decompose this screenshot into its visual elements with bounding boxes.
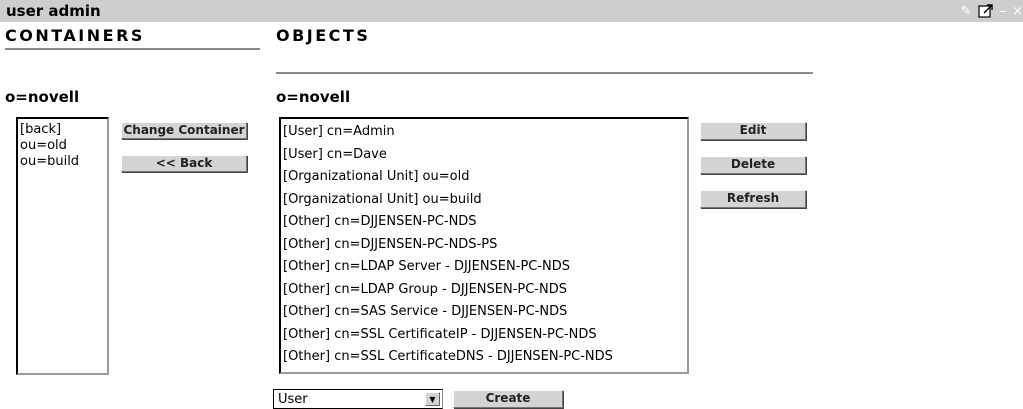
chevron-down-icon[interactable]: ▼ — [425, 392, 440, 406]
close-icon[interactable]: × — [1012, 5, 1023, 18]
change-container-button[interactable]: Change Container — [121, 122, 247, 139]
back-button[interactable]: << Back — [121, 155, 247, 172]
object-type-select[interactable]: User ▼ — [273, 389, 443, 409]
window-title: user admin — [6, 2, 101, 20]
list-item[interactable]: [User] cn=Dave — [281, 144, 687, 167]
list-item[interactable]: ou=build — [18, 154, 107, 170]
refresh-button[interactable]: Refresh — [700, 190, 806, 208]
list-item[interactable]: [Other] cn=SSL CertificateIP - DJJENSEN-… — [281, 324, 687, 347]
containers-heading: CONTAINERS — [5, 26, 145, 45]
list-item[interactable]: [Other] cn=DJJENSEN-PC-NDS-PS — [281, 234, 687, 257]
window-controls: ✎ – × — [961, 3, 1023, 19]
object-type-value: User — [278, 392, 308, 407]
minimize-icon[interactable]: – — [1000, 5, 1007, 18]
edit-button[interactable]: Edit — [700, 122, 806, 140]
list-item[interactable]: [User] cn=Admin — [281, 121, 687, 144]
delete-button[interactable]: Delete — [700, 156, 806, 174]
containers-divider — [5, 48, 260, 50]
list-item[interactable]: [Other] cn=LDAP Group - DJJENSEN-PC-NDS — [281, 279, 687, 302]
containers-context: o=novell — [5, 88, 80, 106]
objects-heading: OBJECTS — [276, 26, 371, 45]
list-item[interactable]: [back] — [18, 122, 107, 138]
list-item[interactable]: [Other] cn=SAS Service - DJJENSEN-PC-NDS — [281, 301, 687, 324]
window-titlebar: user admin ✎ – × — [0, 0, 1023, 22]
objects-divider — [276, 72, 813, 74]
list-item[interactable]: [Other] cn=DJJENSEN-PC-NDS — [281, 211, 687, 234]
create-button[interactable]: Create — [453, 390, 563, 408]
list-item[interactable]: [Organizational Unit] ou=build — [281, 189, 687, 212]
list-item[interactable]: [Other] cn=LDAP Server - DJJENSEN-PC-NDS — [281, 256, 687, 279]
list-item[interactable]: ou=old — [18, 138, 107, 154]
popout-icon[interactable] — [977, 3, 994, 19]
edit-icon[interactable]: ✎ — [961, 5, 972, 18]
objects-listbox[interactable]: [User] cn=Admin [User] cn=Dave [Organiza… — [279, 117, 689, 374]
objects-context: o=novell — [276, 88, 351, 106]
list-item[interactable]: [Other] cn=SSL CertificateDNS - DJJENSEN… — [281, 346, 687, 369]
containers-listbox[interactable]: [back] ou=old ou=build — [16, 117, 109, 375]
list-item[interactable]: [Organizational Unit] ou=old — [281, 166, 687, 189]
